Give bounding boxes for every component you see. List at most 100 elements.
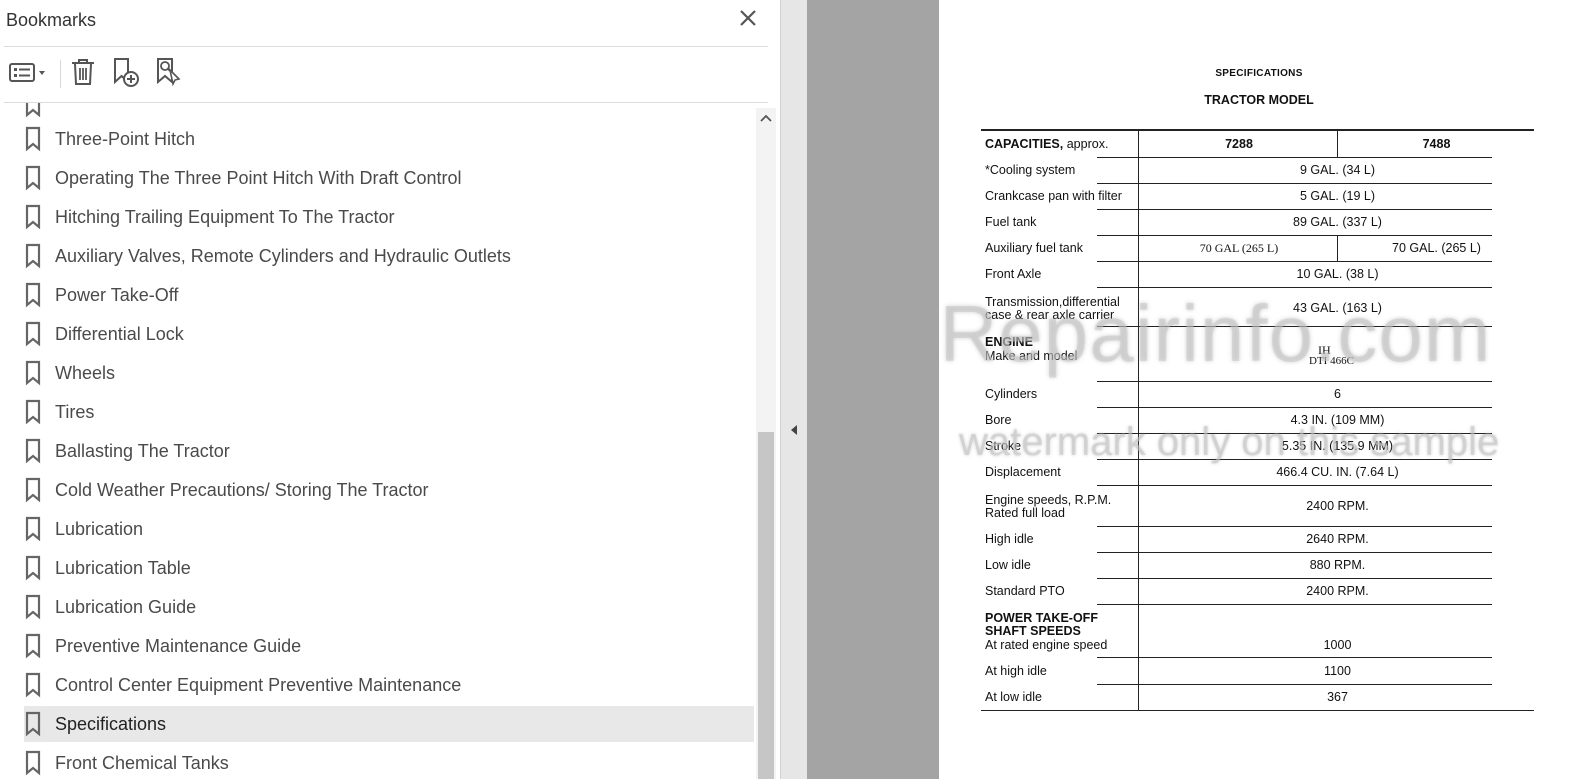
panel-title: Bookmarks (6, 10, 97, 30)
bookmark-icon (24, 103, 42, 118)
document-page[interactable]: SPECIFICATIONS TRACTOR MODEL CAPACITIES,… (939, 0, 1571, 779)
table-rule (1097, 526, 1492, 527)
bookmark-item[interactable]: Cold Weather Precautions/ Storing The Tr… (24, 472, 754, 508)
table-rule (1097, 407, 1492, 408)
bookmark-icon (24, 633, 42, 659)
bookmark-item[interactable]: Control Center Equipment Preventive Main… (24, 667, 754, 703)
bookmark-item[interactable]: Lubrication (24, 511, 754, 547)
find-current-bookmark-icon (152, 56, 184, 93)
collapse-panel-button[interactable] (786, 420, 802, 444)
bookmark-label: Cold Weather Precautions/ Storing The Tr… (55, 479, 429, 500)
row-value: 880 RPM. (1309, 558, 1366, 572)
bookmark-item[interactable]: Power Take-Off (24, 277, 754, 313)
toolbar-divider (60, 60, 61, 88)
bookmark-item[interactable]: Lubrication Table (24, 550, 754, 586)
list-options-icon (7, 60, 47, 89)
table-column-rule (1138, 131, 1139, 711)
bookmark-item[interactable]: Tires (24, 394, 754, 430)
row-value: 4.3 IN. (109 MM) (1290, 413, 1385, 427)
row-label: Auxiliary fuel tank (985, 241, 1083, 255)
delete-bookmark-button[interactable] (66, 56, 100, 92)
table-rule (1097, 381, 1492, 382)
row-value: 5 GAL. (19 L) (1299, 189, 1376, 203)
row-label: Displacement (985, 465, 1061, 479)
bookmark-label: Auxiliary Valves, Remote Cylinders and H… (55, 245, 511, 266)
table-rule (1097, 157, 1492, 158)
row-value: 70 GAL. (265 L) (1392, 241, 1481, 255)
row-label: *Cooling system (985, 163, 1076, 177)
row-value: 10 GAL. (38 L) (1296, 267, 1379, 281)
bookmark-icon (24, 594, 42, 620)
page-subheading: TRACTOR MODEL (1204, 93, 1314, 107)
table-bottom-rule (981, 710, 1534, 711)
bookmarks-panel: Bookmarks Three-Point Hitch Operating Th… (0, 0, 780, 779)
bookmark-item-selected[interactable]: Specifications (24, 706, 754, 742)
title-divider (4, 46, 768, 47)
row-label: Low idle (985, 558, 1031, 572)
options-menu-button[interactable] (4, 56, 50, 92)
bookmark-label: Power Take-Off (55, 284, 179, 305)
bookmark-icon (24, 204, 42, 230)
close-icon[interactable] (736, 6, 760, 30)
bookmark-icon (24, 750, 42, 776)
chevron-up-icon (759, 110, 773, 128)
table-rule (1097, 433, 1492, 434)
bookmark-label: Front Chemical Tanks (55, 752, 229, 773)
scrollbar-thumb[interactable] (758, 432, 774, 779)
row-label: Cylinders (985, 387, 1038, 401)
bookmark-icon (24, 711, 42, 737)
bookmark-item-partial[interactable] (24, 103, 754, 123)
add-bookmark-icon (109, 56, 141, 93)
bookmark-list: Three-Point Hitch Operating The Three Po… (0, 103, 756, 779)
row-value: 9 GAL. (34 L) (1299, 163, 1376, 177)
bookmark-label: Lubrication Table (55, 557, 191, 578)
bookmark-item[interactable]: Hitching Trailing Equipment To The Tract… (24, 199, 754, 235)
header-label-bold: CAPACITIES, (985, 137, 1064, 151)
bookmark-item[interactable]: Wheels (24, 355, 754, 391)
triangle-left-icon (789, 423, 799, 442)
bookmark-label: Preventive Maintenance Guide (55, 635, 302, 656)
bookmark-label: Ballasting The Tractor (55, 440, 230, 461)
bookmark-label: Control Center Equipment Preventive Main… (55, 674, 462, 695)
bookmark-icon (24, 282, 42, 308)
bookmark-label: Three-Point Hitch (55, 128, 196, 149)
bookmark-label: Specifications (55, 713, 167, 734)
bookmark-icon (24, 438, 42, 464)
table-rule (1097, 235, 1492, 236)
bookmark-label: Wheels (55, 362, 116, 383)
scroll-up-button[interactable] (756, 108, 776, 130)
section-heading: ENGINE (985, 335, 1033, 349)
row-value: 2400 RPM. (1306, 499, 1369, 513)
bookmark-item[interactable]: Differential Lock (24, 316, 754, 352)
bookmark-item[interactable]: Operating The Three Point Hitch With Dra… (24, 160, 754, 196)
bookmark-icon (24, 555, 42, 581)
find-current-bookmark-button[interactable] (150, 56, 186, 92)
table-rule (1097, 485, 1492, 486)
row-label: Bore (985, 413, 1012, 427)
new-bookmark-button[interactable] (106, 56, 144, 92)
row-label: At low idle (985, 690, 1042, 704)
table-rule (1097, 684, 1492, 685)
table-rule (1097, 261, 1492, 262)
bookmark-label: Operating The Three Point Hitch With Dra… (55, 167, 462, 188)
bookmark-label: Differential Lock (55, 323, 184, 344)
document-background (807, 0, 939, 779)
row-label: Standard PTO (985, 584, 1065, 598)
bookmark-item[interactable]: Preventive Maintenance Guide (24, 628, 754, 664)
bookmark-item[interactable]: Three-Point Hitch (24, 121, 754, 157)
table-rule (1097, 578, 1492, 579)
bookmark-item[interactable]: Front Chemical Tanks (24, 745, 754, 779)
row-value: 2400 RPM. (1306, 584, 1369, 598)
row-label: Rated full load (985, 506, 1065, 520)
bookmark-item[interactable]: Auxiliary Valves, Remote Cylinders and H… (24, 238, 754, 274)
bookmark-item[interactable]: Ballasting The Tractor (24, 433, 754, 469)
bookmark-icon (24, 126, 42, 152)
panel-splitter[interactable] (780, 0, 807, 779)
bookmark-item[interactable]: Lubrication Guide (24, 589, 754, 625)
table-rule (1097, 459, 1492, 460)
row-value: 5.35 IN. (135.9 MM) (1281, 439, 1394, 453)
row-value: 89 GAL. (337 L) (1293, 215, 1382, 229)
bookmark-icon (24, 477, 42, 503)
bookmark-icon (24, 165, 42, 191)
bookmark-icon (24, 516, 42, 542)
